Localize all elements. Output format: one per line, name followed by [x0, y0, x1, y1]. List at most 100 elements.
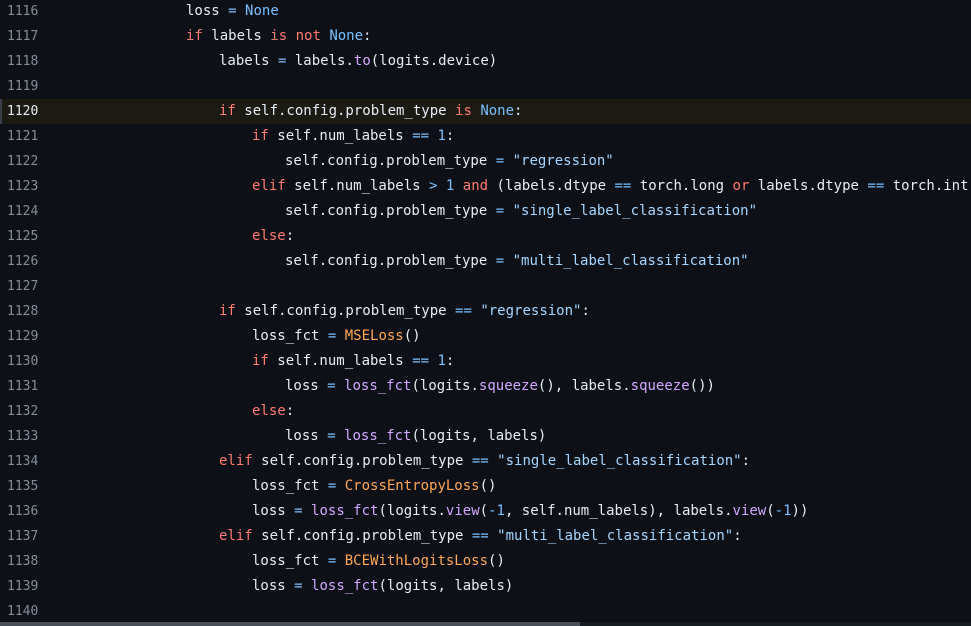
- code-token: (logits, labels): [411, 428, 547, 444]
- code-token: ==: [867, 178, 885, 194]
- line-number: 1137: [7, 529, 39, 544]
- code-line[interactable]: 1122 self.config.problem_type = "regressi…: [0, 149, 971, 174]
- code-text: if self.config.problem_type is None:: [219, 99, 522, 124]
- code-token: "regression": [480, 303, 582, 319]
- code-line[interactable]: 1136 loss = loss_fct(logits.view(-1, self…: [0, 499, 971, 524]
- line-number: 1140: [7, 604, 39, 619]
- code-line[interactable]: 1124 self.config.problem_type = "single_l…: [0, 199, 971, 224]
- code-token: :: [285, 228, 295, 244]
- code-token: (: [766, 503, 775, 519]
- code-line[interactable]: 1134 elif self.config.problem_type == "si…: [0, 449, 971, 474]
- code-token: (labels.dtype: [488, 178, 615, 194]
- code-token: )): [791, 503, 809, 519]
- code-token: "multi_label_classification": [497, 528, 734, 544]
- code-line[interactable]: 1120 if self.config.problem_type is None:: [0, 99, 971, 124]
- code-line[interactable]: 1132 else:: [0, 399, 971, 424]
- code-line[interactable]: 1126 self.config.problem_type = "multi_la…: [0, 249, 971, 274]
- line-number: 1123: [7, 179, 39, 194]
- code-token: -: [774, 503, 784, 519]
- line-number: 1130: [7, 354, 39, 369]
- code-token: squeeze: [630, 378, 690, 394]
- code-token: :: [741, 453, 751, 469]
- line-number: 1136: [7, 504, 39, 519]
- line-number: 1134: [7, 454, 39, 469]
- code-token: 1: [496, 503, 505, 519]
- code-text: loss = None: [186, 0, 279, 24]
- line-number: 1126: [7, 254, 39, 269]
- code-token: self.num_labels: [285, 178, 430, 194]
- code-line[interactable]: 1130 if self.num_labels == 1:: [0, 349, 971, 374]
- code-token: ==: [412, 128, 430, 144]
- code-token: 1: [783, 503, 792, 519]
- code-line[interactable]: 1123 elif self.num_labels > 1 and (labels…: [0, 174, 971, 199]
- code-line[interactable]: 1119: [0, 74, 971, 99]
- code-text: if self.num_labels == 1:: [252, 124, 454, 149]
- code-line[interactable]: 1133 loss = loss_fct(logits, labels): [0, 424, 971, 449]
- code-token: elif: [219, 528, 253, 544]
- code-line[interactable]: 1139 loss = loss_fct(logits, labels): [0, 574, 971, 599]
- code-token: self.config.problem_type: [285, 203, 496, 219]
- code-token: (), labels.: [537, 378, 631, 394]
- line-number: 1132: [7, 404, 39, 419]
- code-line[interactable]: 1138 loss_fct = BCEWithLogitsLoss(): [0, 549, 971, 574]
- code-token: loss: [252, 578, 295, 594]
- code-editor[interactable]: 1116 loss = None 1117 if labels is not None…: [0, 0, 971, 624]
- code-token: (logits, labels): [378, 578, 514, 594]
- code-line[interactable]: 1128 if self.config.problem_type == "regr…: [0, 299, 971, 324]
- code-token: None: [480, 103, 515, 119]
- code-token: :: [581, 303, 590, 319]
- line-number: 1122: [7, 154, 39, 169]
- code-token: None: [329, 28, 364, 44]
- code-token: not: [295, 28, 321, 44]
- code-token: :: [445, 353, 455, 369]
- code-line[interactable]: 1117 if labels is not None:: [0, 24, 971, 49]
- code-token: (): [488, 553, 505, 569]
- code-token: loss_fct: [311, 578, 379, 594]
- line-number: 1139: [7, 579, 39, 594]
- code-line[interactable]: 1137 elif self.config.problem_type == "mu…: [0, 524, 971, 549]
- code-token: self.config.problem_type: [235, 103, 456, 119]
- code-token: labels: [219, 53, 279, 69]
- code-token: to: [353, 53, 371, 69]
- code-line[interactable]: 1116 loss = None: [0, 0, 971, 24]
- code-token: (logits.: [411, 378, 479, 394]
- code-token: (): [403, 328, 421, 344]
- code-token: ==: [412, 353, 430, 369]
- code-token: loss_fct: [311, 503, 379, 519]
- code-line[interactable]: 1121 if self.num_labels == 1:: [0, 124, 971, 149]
- code-token: loss_fct: [252, 328, 328, 344]
- code-token: self.config.problem_type: [252, 453, 472, 469]
- code-line[interactable]: 1140: [0, 599, 971, 624]
- code-token: =: [495, 153, 505, 169]
- code-token: loss_fct: [344, 428, 412, 444]
- code-token: and: [462, 178, 489, 194]
- line-number: 1133: [7, 429, 39, 444]
- line-number: 1121: [7, 129, 39, 144]
- code-token: (logits.device): [370, 53, 498, 69]
- code-line[interactable]: 1127: [0, 274, 971, 299]
- code-line[interactable]: 1131 loss = loss_fct(logits.squeeze(), la…: [0, 374, 971, 399]
- code-line[interactable]: 1118 labels = labels.to(logits.device): [0, 49, 971, 74]
- code-token: loss: [285, 378, 328, 394]
- code-text: else:: [252, 399, 294, 424]
- code-line[interactable]: 1125 else:: [0, 224, 971, 249]
- code-text: if labels is not None:: [186, 24, 371, 49]
- horizontal-scrollbar[interactable]: [0, 622, 971, 626]
- code-token: self.config.problem_type: [252, 528, 472, 544]
- code-line[interactable]: 1129 loss_fct = MSELoss(): [0, 324, 971, 349]
- line-number: 1118: [7, 54, 39, 69]
- code-token: is: [455, 103, 472, 119]
- scrollbar-thumb[interactable]: [0, 622, 580, 626]
- code-token: ==: [471, 528, 489, 544]
- code-token: "single_label_classification": [512, 203, 758, 219]
- code-line[interactable]: 1135 loss_fct = CrossEntropyLoss(): [0, 474, 971, 499]
- code-token: torch.int):: [892, 178, 971, 194]
